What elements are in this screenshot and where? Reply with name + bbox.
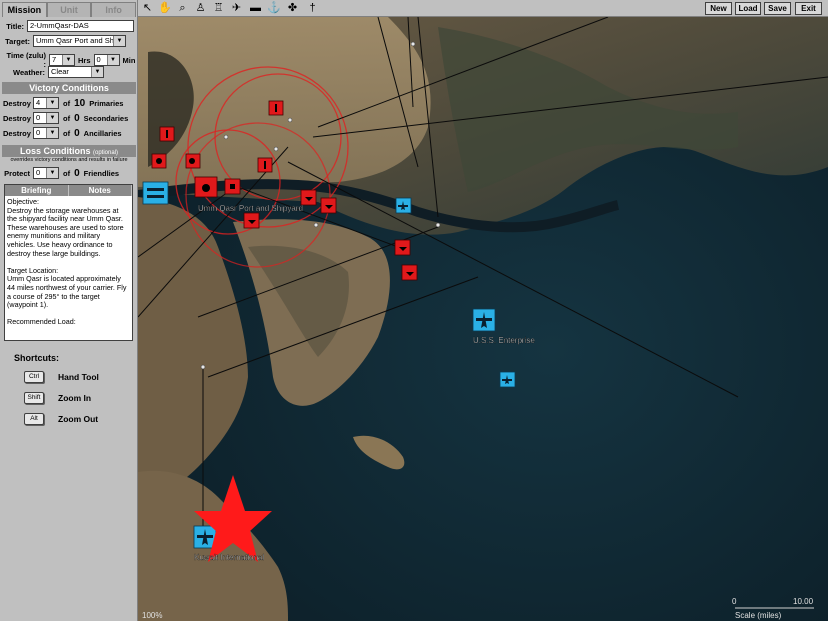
- briefing-text[interactable]: Objective: Destroy the storage warehouse…: [5, 196, 132, 329]
- target-select[interactable]: Umm Qasr Port and Ship: [33, 35, 126, 47]
- ctrl-key-icon: Ctrl: [24, 371, 44, 383]
- title-field[interactable]: 2-UmmQasr-DAS: [27, 20, 134, 32]
- shortcut-zoom-out: Alt Zoom Out: [24, 413, 98, 425]
- ancillaries-label: Ancillaries: [83, 128, 122, 138]
- alt-key-icon: Alt: [24, 413, 44, 425]
- friendlies-select[interactable]: 0: [33, 167, 59, 179]
- friendly-ship-icon[interactable]: [142, 181, 169, 205]
- magnifier-icon[interactable]: ⌕: [176, 2, 189, 15]
- briefing-panel: Briefing Notes Objective: Destroy the st…: [4, 184, 133, 341]
- hours-select[interactable]: 7: [49, 54, 75, 66]
- primaries-select[interactable]: 4: [33, 97, 59, 109]
- mission-map[interactable]: Umm Qasr Port and Shipyard U.S.S. Enterp…: [138, 17, 828, 621]
- target-label: Target:: [5, 36, 30, 46]
- map-canvas[interactable]: Umm Qasr Port and Shipyard U.S.S. Enterp…: [138, 17, 828, 621]
- primaries-total: 10: [74, 97, 86, 109]
- shortcut-zoom-in: Shift Zoom In: [24, 392, 91, 404]
- target-map-label: Umm Qasr Port and Shipyard: [198, 204, 303, 213]
- shortcut-hand-tool: Ctrl Hand Tool: [24, 371, 99, 383]
- mission-panel: Mission Unit Info Title: 2-UmmQasr-DAS T…: [0, 0, 138, 621]
- tab-mission[interactable]: Mission: [2, 2, 47, 17]
- helicopter-icon[interactable]: ✤: [286, 2, 299, 15]
- of-label: of: [63, 113, 71, 123]
- of-label: of: [63, 168, 71, 178]
- ancillaries-total: 0: [74, 127, 80, 139]
- shortcuts-title: Shortcuts:: [14, 353, 59, 363]
- save-button[interactable]: Save: [764, 2, 791, 15]
- of-label: of: [63, 128, 71, 138]
- ground-unit-icon[interactable]: ♖: [212, 2, 225, 15]
- carrier-map-label: U.S.S. Enterprise: [473, 336, 535, 345]
- hours-label: Hrs: [78, 55, 91, 65]
- ship-icon[interactable]: ⚓: [267, 2, 281, 15]
- primaries-label: Primaries: [89, 98, 124, 108]
- tab-briefing[interactable]: Briefing: [5, 185, 69, 196]
- zoom-level: 100%: [142, 611, 162, 620]
- loss-conditions-note: overrides victory conditions and results…: [10, 157, 128, 163]
- beacon-icon[interactable]: †: [306, 2, 319, 15]
- tank-icon[interactable]: ▬: [249, 2, 262, 15]
- title-label: Title:: [6, 21, 24, 31]
- secondaries-label: Secondaries: [83, 113, 129, 123]
- soldier-icon[interactable]: ♙: [194, 2, 207, 15]
- minutes-label: Min: [122, 55, 136, 65]
- weather-label: Weather:: [13, 67, 45, 77]
- friendlies-label: Friendlies: [83, 168, 120, 178]
- shortcut-label: Hand Tool: [58, 372, 99, 382]
- of-label: of: [63, 98, 71, 108]
- scale-label: Scale (miles): [735, 611, 782, 620]
- aircraft-icon[interactable]: ✈: [230, 2, 243, 15]
- tab-notes[interactable]: Notes: [68, 185, 132, 196]
- loss-conditions-header: Loss Conditions (optional): [2, 145, 136, 157]
- friendlies-total: 0: [74, 167, 80, 179]
- new-button[interactable]: New: [705, 2, 732, 15]
- hand-icon[interactable]: ✋: [158, 2, 172, 15]
- pointer-icon[interactable]: ↖: [141, 2, 154, 15]
- briefing-tabs: Briefing Notes: [5, 185, 132, 196]
- scale-end: 10.00: [793, 597, 814, 606]
- loss-conditions-title: Loss Conditions: [19, 146, 91, 156]
- exit-button[interactable]: Exit: [795, 2, 822, 15]
- scale-start: 0: [732, 597, 737, 606]
- victory-row-label: Destroy: [3, 128, 31, 138]
- victory-conditions-header: Victory Conditions: [2, 82, 136, 94]
- secondaries-select[interactable]: 0: [33, 112, 59, 124]
- ancillaries-select[interactable]: 0: [33, 127, 59, 139]
- minutes-select[interactable]: 0: [93, 54, 120, 66]
- secondaries-total: 0: [74, 112, 80, 124]
- shift-key-icon: Shift: [24, 392, 44, 404]
- shortcut-label: Zoom In: [58, 393, 92, 403]
- victory-row-label: Destroy: [3, 98, 31, 108]
- tab-unit[interactable]: Unit: [46, 2, 92, 17]
- protect-label: Protect: [4, 168, 30, 178]
- panel-tabs: Mission Unit Info: [2, 2, 137, 17]
- tab-info[interactable]: Info: [91, 2, 137, 17]
- victory-row-label: Destroy: [3, 113, 31, 123]
- shortcut-label: Zoom Out: [58, 414, 99, 424]
- map-toolbar: ↖ ✋ ⌕ ♙ ♖ ✈ ▬ ⚓ ✤ † New Load Save Exit: [138, 0, 828, 17]
- weather-select[interactable]: Clear: [48, 66, 104, 78]
- load-button[interactable]: Load: [735, 2, 761, 15]
- loss-optional-label: (optional): [93, 150, 119, 156]
- airport-map-label: Kuwait International: [194, 553, 264, 562]
